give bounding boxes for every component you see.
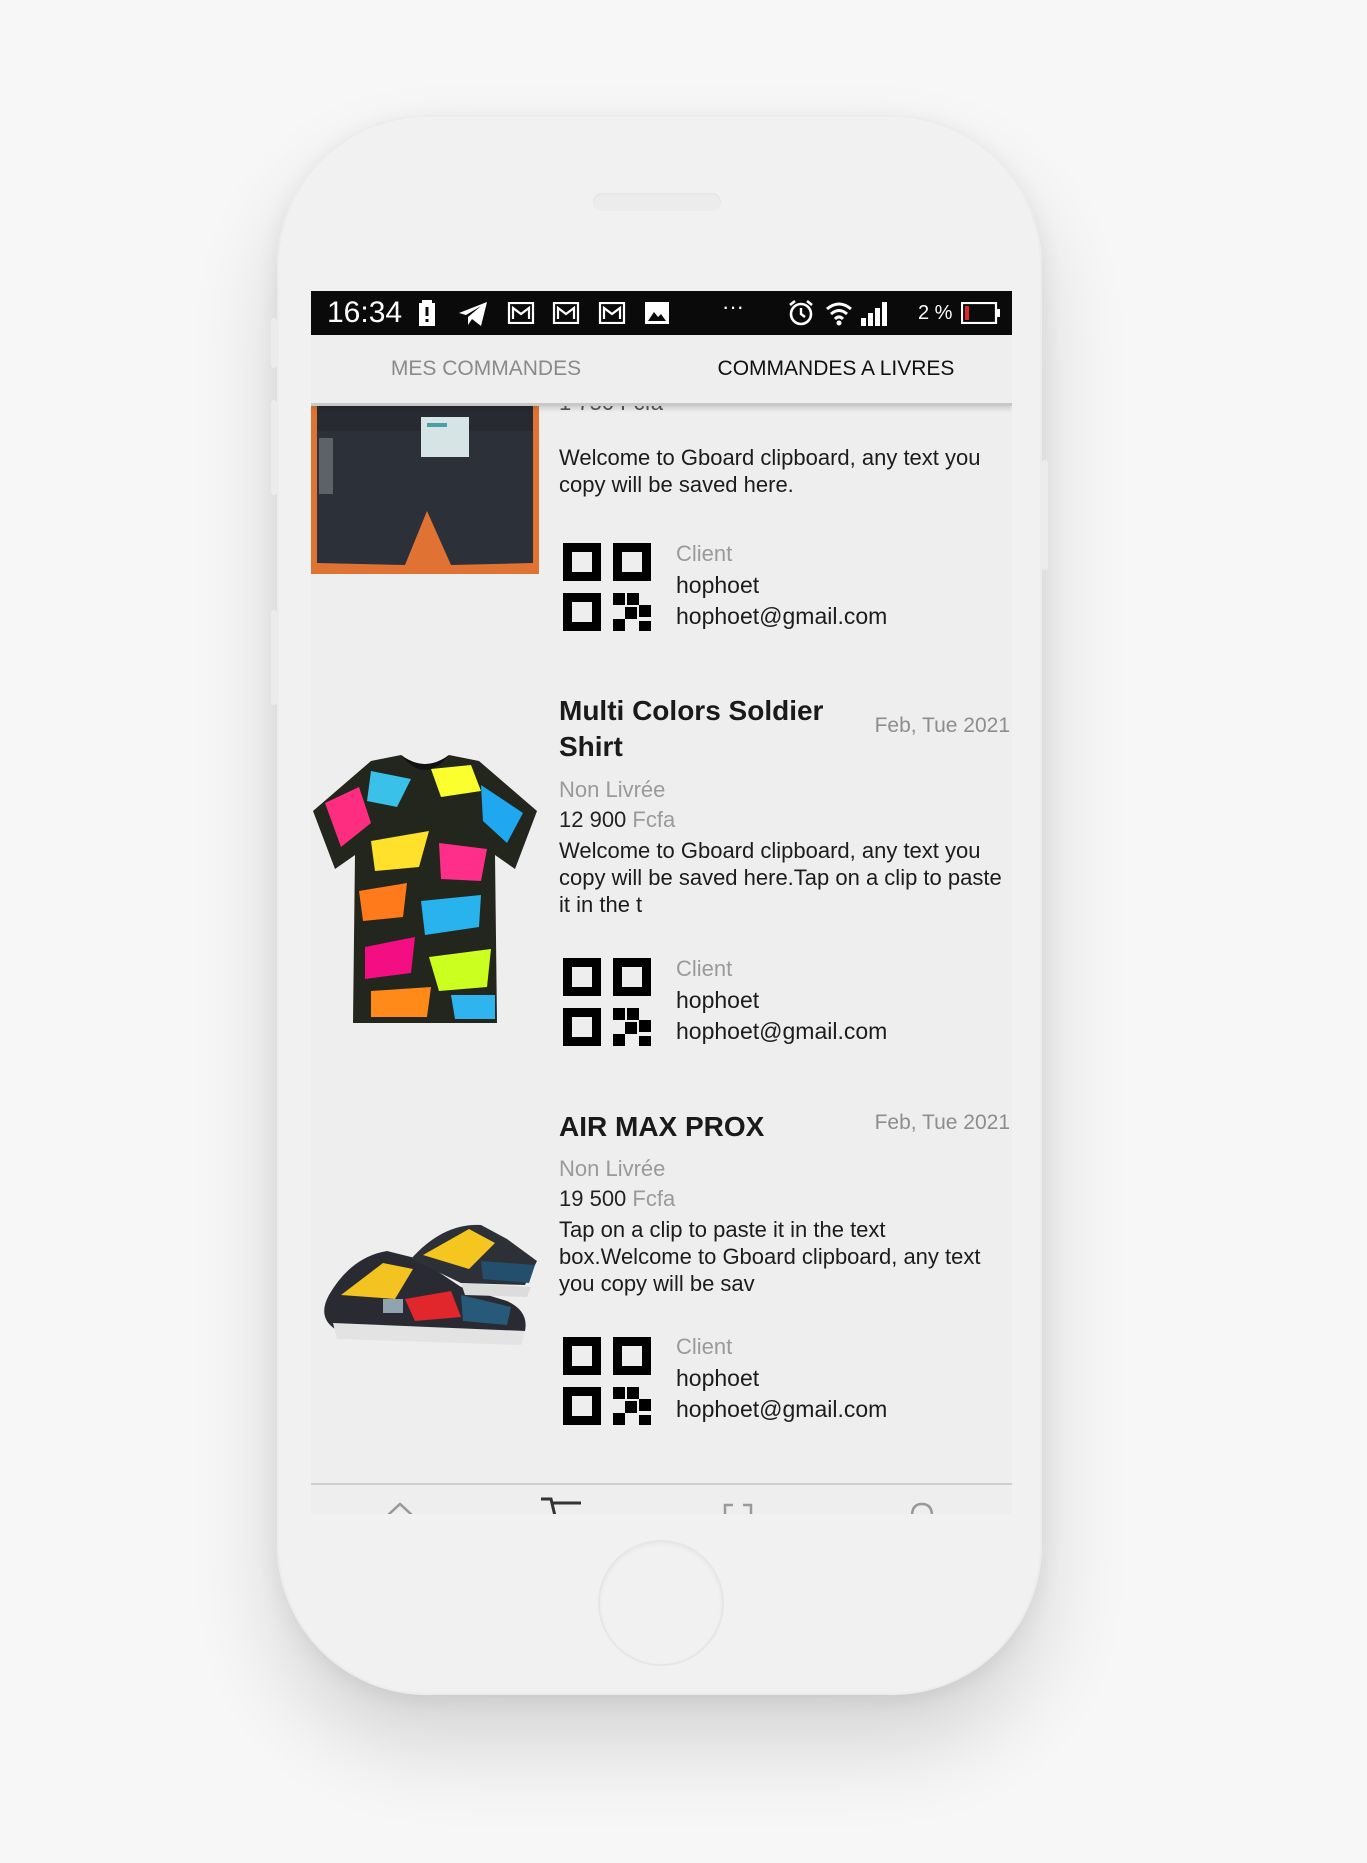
client-email: hophoet@gmail.com bbox=[676, 1018, 888, 1044]
product-title: Multi Colors Soldier Shirt bbox=[559, 695, 824, 762]
client-name: hophoet bbox=[676, 987, 760, 1013]
cart-icon[interactable] bbox=[541, 1497, 581, 1514]
product-title: AIR MAX PROX bbox=[559, 1111, 765, 1142]
client-label: Client bbox=[676, 1334, 733, 1359]
client-label: Client bbox=[676, 956, 733, 981]
qr-code-icon[interactable] bbox=[563, 543, 651, 631]
status-time: 16:34 bbox=[327, 296, 403, 329]
client-email: hophoet@gmail.com bbox=[676, 1396, 888, 1422]
app-screen: 16:34 ··· 2 % MES COMMANDES COMMANDES A … bbox=[311, 291, 1012, 1514]
client-name: hophoet bbox=[676, 1365, 760, 1391]
status-bar: 16:34 ··· 2 % bbox=[311, 291, 1012, 335]
product-image-camo-shirt bbox=[313, 755, 537, 1023]
price-currency: Fcfa bbox=[632, 807, 676, 832]
order-description: Welcome to Gboard clipboard, any text yo… bbox=[559, 838, 1002, 917]
qr-code-icon[interactable] bbox=[563, 958, 651, 1046]
order-date: Feb, Tue 2021 bbox=[874, 714, 1010, 737]
scan-icon[interactable] bbox=[723, 1501, 753, 1514]
wifi-icon bbox=[826, 302, 852, 326]
price-currency: Fcfa bbox=[632, 1186, 676, 1211]
gmail-icon bbox=[598, 302, 626, 324]
gmail-icon bbox=[507, 302, 535, 324]
phone-side-button bbox=[1042, 460, 1048, 570]
image-icon bbox=[645, 302, 669, 324]
qr-code-icon[interactable] bbox=[563, 1337, 651, 1425]
order-price: 19 500 Fcfa bbox=[559, 1186, 675, 1212]
product-image-shorts bbox=[311, 403, 539, 574]
more-icon: ··· bbox=[722, 294, 744, 319]
home-icon[interactable] bbox=[385, 1501, 415, 1514]
tab-commandes-a-livres[interactable]: COMMANDES A LIVRES bbox=[661, 335, 1011, 403]
profile-icon[interactable] bbox=[907, 1501, 937, 1514]
delivery-status: Non Livrée bbox=[559, 1156, 666, 1181]
delivery-status: Non Livrée bbox=[559, 777, 666, 802]
phone-side-button bbox=[271, 400, 277, 495]
signal-icon bbox=[861, 302, 887, 326]
tab-bar: MES COMMANDES COMMANDES A LIVRES bbox=[311, 335, 1012, 406]
price-amount: 12 900 bbox=[559, 807, 627, 832]
tab-mes-commandes[interactable]: MES COMMANDES bbox=[311, 335, 661, 403]
order-date: Feb, Tue 2021 bbox=[874, 1111, 1010, 1134]
gmail-icon bbox=[552, 302, 580, 324]
price-amount: 19 500 bbox=[559, 1186, 627, 1211]
order-description: Welcome to Gboard clipboard, any text yo… bbox=[559, 445, 981, 497]
order-description: Tap on a clip to paste it in the text bo… bbox=[559, 1217, 981, 1296]
client-name: hophoet bbox=[676, 572, 760, 598]
bottom-nav bbox=[311, 1483, 1012, 1514]
battery-percent: 2 % bbox=[918, 302, 953, 324]
phone-side-button bbox=[271, 318, 277, 368]
client-email: hophoet@gmail.com bbox=[676, 603, 888, 629]
product-image-sneakers bbox=[324, 1224, 537, 1345]
home-button[interactable] bbox=[598, 1540, 724, 1666]
phone-side-button bbox=[271, 610, 277, 705]
phone-speaker bbox=[593, 193, 721, 211]
telegram-icon bbox=[459, 302, 487, 326]
order-price: 12 900 Fcfa bbox=[559, 807, 675, 833]
alarm-icon bbox=[789, 299, 813, 326]
battery-alert-icon bbox=[419, 300, 435, 326]
client-label: Client bbox=[676, 541, 733, 566]
battery-icon bbox=[961, 302, 1000, 324]
